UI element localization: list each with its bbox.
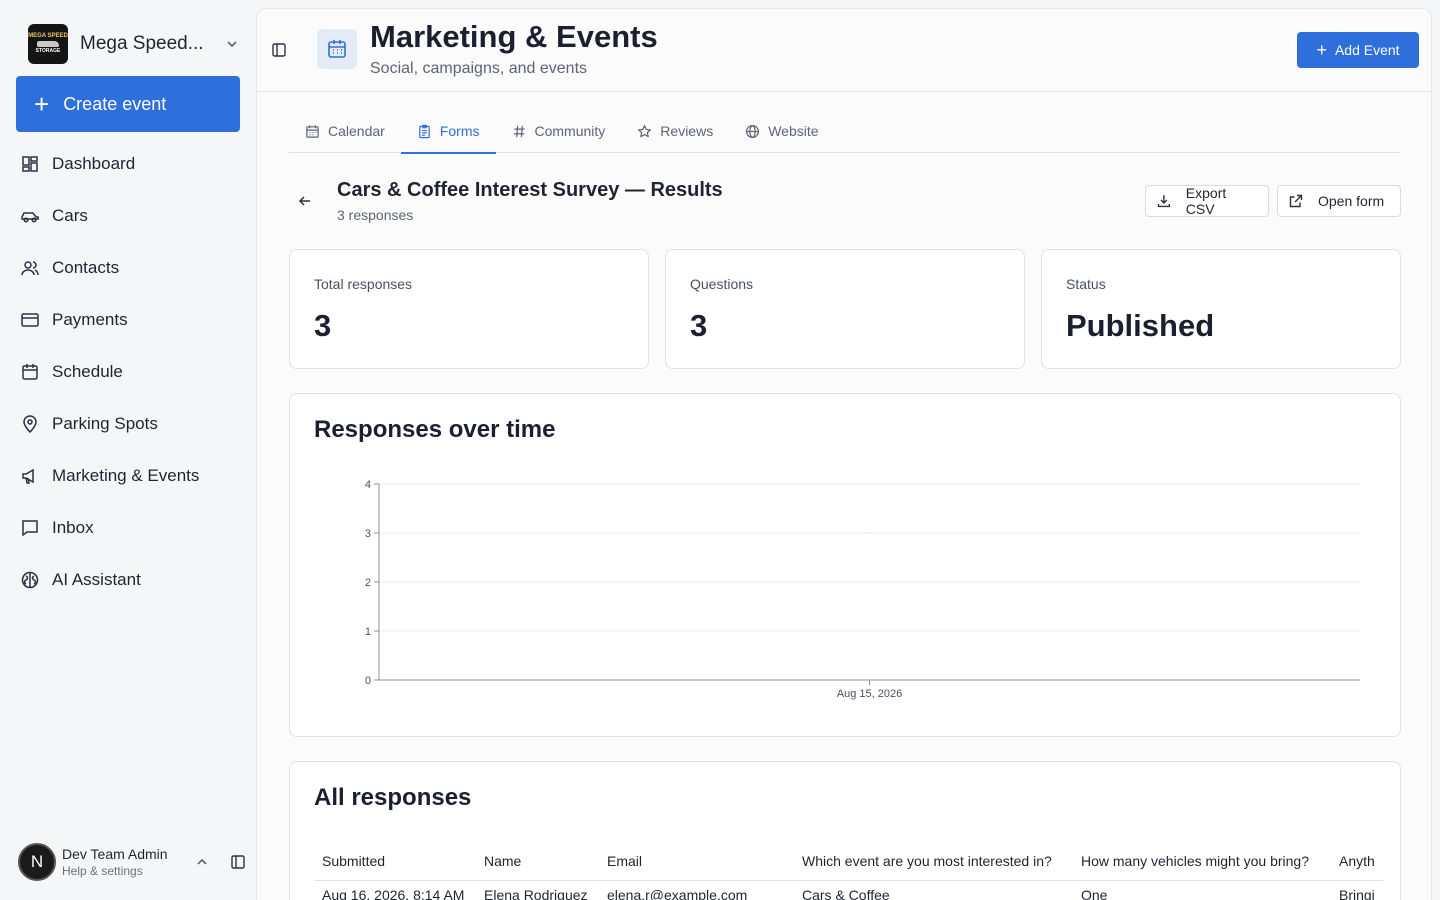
x-tick-label: Aug 15, 2026 — [837, 688, 902, 700]
y-tick-label: 3 — [365, 528, 371, 540]
y-tick-label: 1 — [365, 626, 371, 638]
plus-icon: + — [34, 89, 50, 119]
chevron-down-icon — [227, 41, 237, 48]
workspace-switcher[interactable]: MEGA SPEED STORAGE Mega Speed... — [28, 24, 240, 64]
data-point — [868, 532, 871, 534]
column-header: Name — [476, 842, 599, 881]
column-header: Submitted — [314, 842, 476, 881]
user-subtitle: Help & settings — [62, 864, 143, 878]
sidebar-item-ai-assistant[interactable]: AI Assistant — [0, 554, 256, 606]
column-header: Which event are you most interested in? — [794, 842, 1073, 881]
stat-card-questions: Questions 3 — [665, 249, 1025, 369]
page-subtitle: Social, campaigns, and events — [370, 60, 588, 77]
credit-card-icon — [21, 313, 39, 327]
tab-reviews[interactable]: Reviews — [621, 109, 729, 153]
panel-toggle-icon[interactable] — [271, 42, 287, 58]
globe-icon — [746, 124, 760, 138]
stat-value: 3 — [690, 308, 708, 343]
stat-value: 3 — [314, 308, 332, 343]
table-cell: Cars & Coffee — [802, 886, 890, 900]
add-event-button[interactable]: + Add Event — [1297, 32, 1419, 68]
sidebar-item-dashboard[interactable]: Dashboard — [0, 138, 256, 190]
calendar-icon — [328, 40, 346, 58]
map-pin-icon — [23, 415, 37, 434]
tab-community[interactable]: Community — [496, 109, 622, 153]
sidebar-item-parking-spots[interactable]: Parking Spots — [0, 398, 256, 450]
sidebar-item-cars[interactable]: Cars — [0, 190, 256, 242]
stat-label: Questions — [690, 276, 754, 292]
star-icon — [638, 124, 652, 137]
sidebar: MEGA SPEED STORAGE Mega Speed... + Creat… — [0, 0, 256, 900]
sidebar-item-marketing-events[interactable]: Marketing & Events — [0, 450, 256, 502]
main-panel: Marketing & Events Social, campaigns, an… — [256, 8, 1432, 900]
chart-title: Responses over time — [314, 416, 556, 443]
column-header: Anyth — [1331, 842, 1383, 881]
calendar-icon — [306, 124, 319, 138]
open-form-button[interactable]: Open form — [1277, 185, 1401, 217]
tab-forms[interactable]: Forms — [400, 109, 496, 154]
export-csv-button[interactable]: Export CSV — [1145, 185, 1269, 217]
results-header: Cars & Coffee Interest Survey — Results … — [289, 177, 1401, 227]
tab-calendar[interactable]: Calendar — [289, 109, 401, 153]
workspace-name: Mega Speed... — [80, 33, 204, 54]
table-cell: Bringi — [1339, 886, 1375, 900]
page-header: Marketing & Events Social, campaigns, an… — [257, 9, 1431, 92]
responses-title: All responses — [314, 784, 472, 811]
tab-website[interactable]: Website — [729, 109, 834, 153]
stat-label: Status — [1066, 276, 1106, 292]
stat-card-total-responses: Total responses 3 — [289, 249, 649, 369]
y-tick-label: 0 — [365, 675, 371, 687]
page-icon — [317, 29, 357, 69]
car-icon — [21, 212, 39, 223]
sidebar-toggle-icon[interactable] — [230, 854, 246, 870]
table-row[interactable]: Aug 16, 2026, 8:14 AM Elena Rodriguez el… — [314, 880, 1383, 900]
clipboard-icon — [419, 124, 430, 138]
table-cell: elena.r@example.com — [607, 886, 748, 900]
stat-card-status: Status Published — [1041, 249, 1401, 369]
results-count: 3 responses — [337, 207, 414, 223]
sidebar-item-inbox[interactable]: Inbox — [0, 502, 256, 554]
external-link-icon — [1289, 194, 1303, 208]
megaphone-icon — [22, 468, 34, 484]
stat-value: Published — [1066, 308, 1215, 343]
user-menu[interactable]: N Dev Team Admin Help & settings — [18, 842, 246, 882]
y-tick-label: 2 — [365, 577, 371, 589]
sidebar-item-contacts[interactable]: Contacts — [0, 242, 256, 294]
sidebar-nav: Dashboard Cars Contacts Payments Schedul… — [0, 138, 256, 606]
results-title: Cars & Coffee Interest Survey — Results — [337, 179, 723, 201]
responses-chart-card: Responses over time 0 1 2 3 4 Aug 15, 2026 — [289, 393, 1401, 737]
chevron-up-icon — [197, 858, 207, 865]
brain-icon — [21, 571, 39, 589]
column-header: How many vehicles might you bring? — [1073, 842, 1331, 881]
all-responses-card: All responses Submitted Name Email Which… — [289, 761, 1401, 900]
sidebar-item-payments[interactable]: Payments — [0, 294, 256, 346]
calendar-icon — [22, 364, 38, 380]
brand-logo: MEGA SPEED STORAGE — [28, 24, 68, 64]
table-header-row: Submitted Name Email Which event are you… — [314, 842, 1383, 881]
download-icon — [1157, 195, 1171, 208]
page-title: Marketing & Events — [370, 19, 658, 54]
avatar: N — [18, 843, 56, 881]
sidebar-item-schedule[interactable]: Schedule — [0, 346, 256, 398]
create-event-button[interactable]: + Create event — [16, 76, 240, 132]
hash-icon — [513, 125, 525, 137]
dashboard-icon — [22, 156, 38, 172]
table-cell: One — [1081, 886, 1108, 900]
table-cell: Aug 16, 2026, 8:14 AM — [322, 886, 465, 900]
plus-icon: + — [1316, 40, 1327, 60]
tab-bar: Calendar Forms Community Reviews Website — [289, 109, 1401, 154]
responses-chart: 0 1 2 3 4 Aug 15, 2026 — [365, 479, 1360, 700]
responses-table: Submitted Name Email Which event are you… — [314, 842, 1383, 900]
user-name: Dev Team Admin — [62, 846, 168, 862]
stat-label: Total responses — [314, 276, 413, 292]
users-icon — [21, 261, 39, 276]
table-cell: Elena Rodriguez — [484, 886, 588, 900]
column-header: Email — [599, 842, 794, 881]
arrow-left-icon[interactable] — [297, 193, 313, 209]
message-icon — [22, 520, 38, 537]
y-tick-label: 4 — [365, 479, 371, 491]
